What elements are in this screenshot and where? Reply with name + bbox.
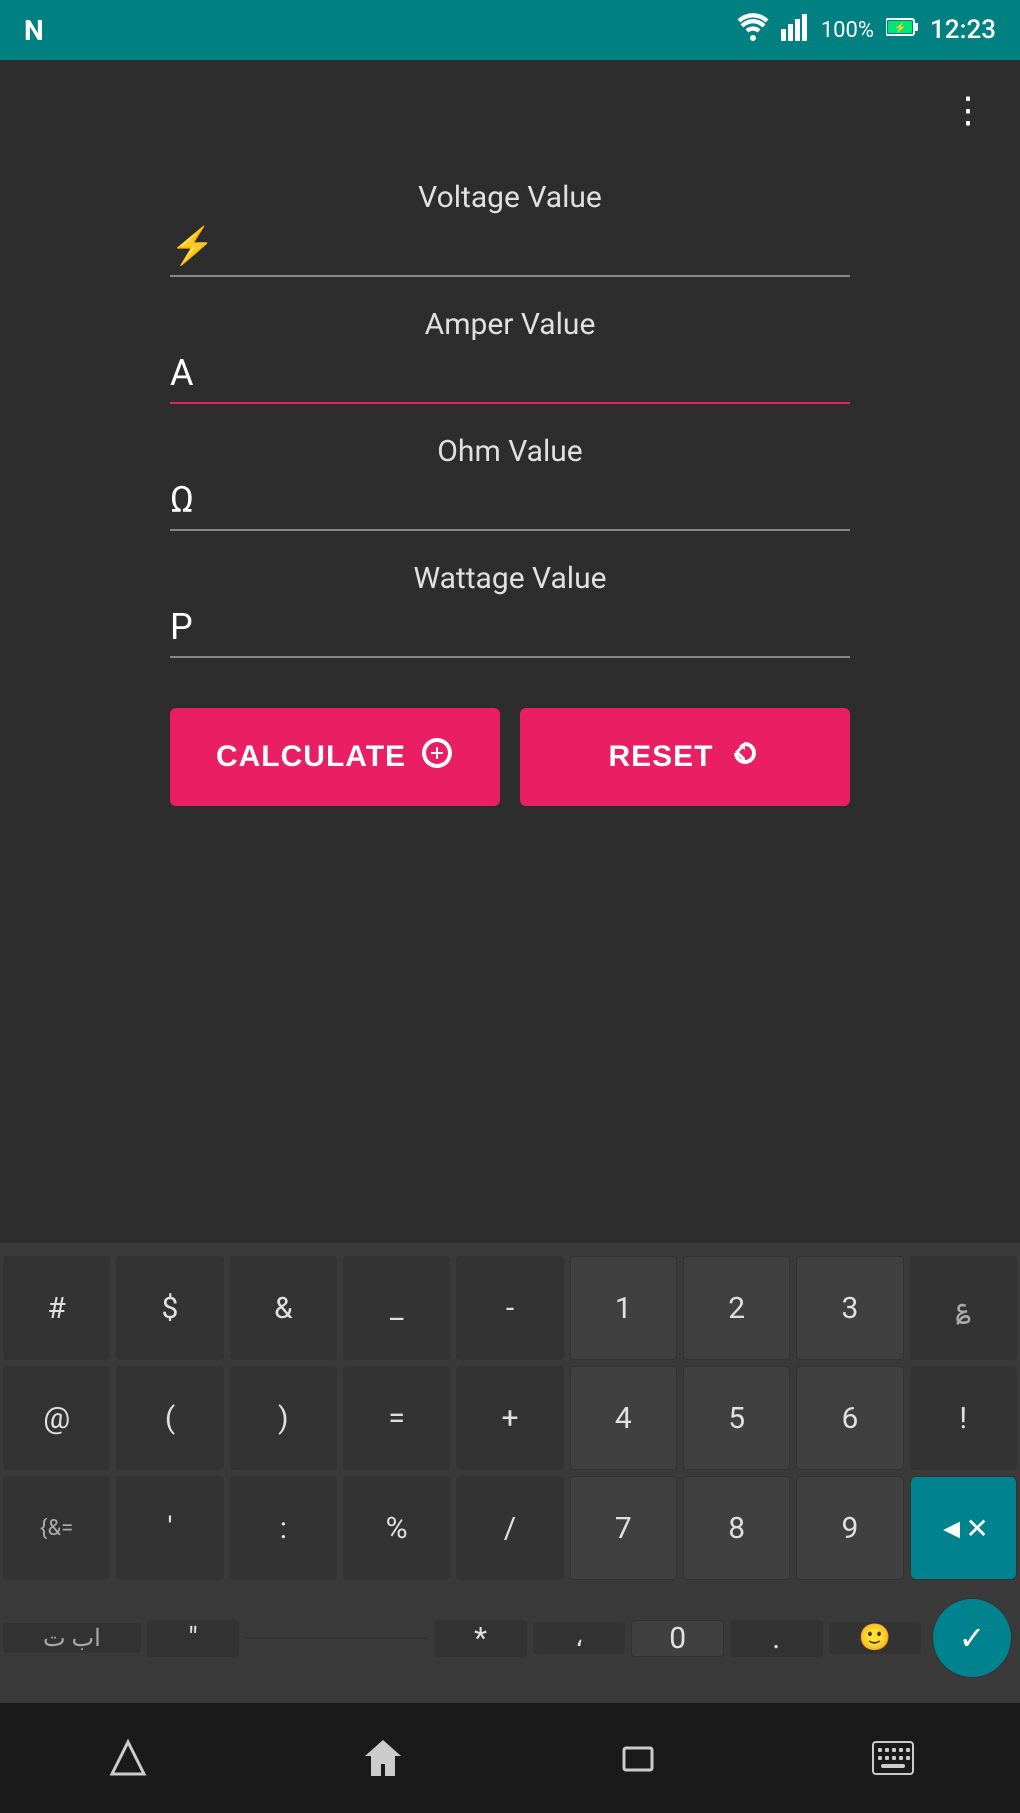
- key-2[interactable]: 2: [683, 1256, 790, 1360]
- amper-input[interactable]: [222, 355, 850, 392]
- key-underscore[interactable]: _: [343, 1256, 450, 1360]
- calculate-icon: [420, 736, 454, 778]
- key-8[interactable]: 8: [683, 1476, 790, 1580]
- calculate-button[interactable]: CALCULATE: [170, 708, 500, 806]
- wattage-field-group: Wattage Value P: [170, 561, 850, 658]
- status-time: 12:23: [930, 15, 996, 45]
- key-6[interactable]: 6: [796, 1366, 903, 1470]
- wattage-input[interactable]: [222, 609, 850, 646]
- keyboard: # $ & _ - 1 2 3 ؏ @ ( ) = + 4 5 6 ! {&= …: [0, 1243, 1020, 1703]
- reset-button[interactable]: RESET: [520, 708, 850, 806]
- key-question[interactable]: ؏: [910, 1256, 1017, 1360]
- nav-recents-button[interactable]: [598, 1718, 678, 1798]
- key-rparen[interactable]: ): [230, 1366, 337, 1470]
- wattage-label: Wattage Value: [170, 561, 850, 596]
- key-9[interactable]: 9: [796, 1476, 903, 1580]
- key-symbols[interactable]: {&=: [3, 1476, 110, 1580]
- key-arabic[interactable]: اب ت: [3, 1623, 141, 1653]
- nav-home-button[interactable]: [343, 1718, 423, 1798]
- key-5[interactable]: 5: [683, 1366, 790, 1470]
- key-1[interactable]: 1: [570, 1256, 677, 1360]
- amper-label: Amper Value: [170, 307, 850, 342]
- menu-button[interactable]: ⋮: [950, 89, 988, 131]
- key-exclamation[interactable]: !: [910, 1366, 1017, 1470]
- voltage-input-row: ⚡: [170, 225, 850, 277]
- key-7[interactable]: 7: [570, 1476, 677, 1580]
- key-4[interactable]: 4: [570, 1366, 677, 1470]
- key-asterisk[interactable]: *: [434, 1620, 527, 1657]
- voltage-label: Voltage Value: [170, 180, 850, 215]
- status-bar-right: 100% ⚡ 12:23: [737, 13, 996, 47]
- ohm-input[interactable]: [222, 482, 850, 519]
- battery-icon: ⚡: [886, 17, 918, 43]
- calculate-label: CALCULATE: [216, 740, 406, 774]
- keyboard-row-1: # $ & _ - 1 2 3 ؏: [0, 1253, 1020, 1363]
- status-bar-left: N: [24, 14, 44, 47]
- voltage-field-group: Voltage Value ⚡: [170, 180, 850, 277]
- status-bar: N 100% ⚡ 1: [0, 0, 1020, 60]
- reset-icon: [728, 736, 762, 778]
- ohm-label: Ohm Value: [170, 434, 850, 469]
- signal-icon: [781, 13, 809, 47]
- key-plus[interactable]: +: [456, 1366, 563, 1470]
- key-colon[interactable]: :: [230, 1476, 337, 1580]
- key-percent[interactable]: %: [343, 1476, 450, 1580]
- key-slash[interactable]: /: [456, 1476, 563, 1580]
- voltage-input[interactable]: [227, 228, 850, 265]
- check-key[interactable]: ✓: [932, 1598, 1012, 1678]
- key-lparen[interactable]: (: [116, 1366, 223, 1470]
- key-period[interactable]: .: [730, 1620, 823, 1657]
- button-row: CALCULATE RESET: [170, 708, 850, 806]
- key-at[interactable]: @: [3, 1366, 110, 1470]
- ohm-field-group: Ohm Value Ω: [170, 434, 850, 531]
- bottom-nav: [0, 1703, 1020, 1813]
- svg-text:⚡: ⚡: [894, 21, 906, 34]
- reset-label: RESET: [608, 740, 713, 774]
- wattage-icon: P: [170, 606, 210, 648]
- keyboard-row-2: @ ( ) = + 4 5 6 !: [0, 1363, 1020, 1473]
- key-minus[interactable]: -: [456, 1256, 563, 1360]
- key-space[interactable]: [245, 1637, 428, 1639]
- key-ampersand[interactable]: &: [230, 1256, 337, 1360]
- wattage-input-row: P: [170, 606, 850, 658]
- main-content: Voltage Value ⚡ Amper Value A Ohm Value …: [0, 160, 1020, 1243]
- app-bar: ⋮: [0, 60, 1020, 160]
- key-equals[interactable]: =: [343, 1366, 450, 1470]
- nav-keyboard-button[interactable]: [853, 1718, 933, 1798]
- ohm-icon: Ω: [170, 479, 210, 521]
- key-dquote[interactable]: ": [147, 1620, 240, 1657]
- key-arabic-comma[interactable]: ،: [533, 1622, 626, 1654]
- amper-icon: A: [170, 352, 210, 394]
- ohm-input-row: Ω: [170, 479, 850, 531]
- emoji-key[interactable]: 🙂: [829, 1622, 922, 1654]
- key-hash[interactable]: #: [3, 1256, 110, 1360]
- key-dollar[interactable]: $: [116, 1256, 223, 1360]
- battery-percent: 100%: [821, 18, 874, 43]
- backspace-key[interactable]: ◄✕: [910, 1476, 1017, 1580]
- key-0[interactable]: 0: [631, 1620, 724, 1657]
- nav-back-button[interactable]: [88, 1718, 168, 1798]
- amper-input-row: A: [170, 352, 850, 404]
- voltage-icon: ⚡: [170, 225, 215, 267]
- keyboard-row-3: {&= ' : % / 7 8 9 ◄✕: [0, 1473, 1020, 1583]
- keyboard-row-4: اب ت " * ، 0 . 🙂 ✓: [0, 1583, 1020, 1693]
- key-apostrophe[interactable]: ': [116, 1476, 223, 1580]
- wifi-icon: [737, 13, 769, 47]
- app-logo: N: [24, 14, 44, 47]
- amper-field-group: Amper Value A: [170, 307, 850, 404]
- key-3[interactable]: 3: [796, 1256, 903, 1360]
